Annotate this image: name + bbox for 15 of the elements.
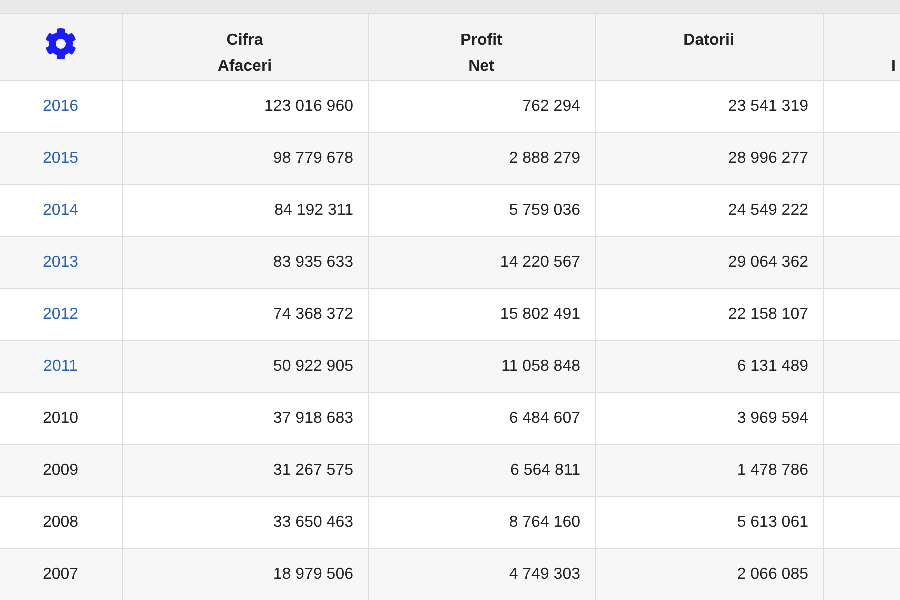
column-header: I	[823, 14, 900, 80]
year-text: 2009	[42, 462, 79, 478]
year-link[interactable]: 2016	[42, 98, 79, 114]
year-text: 2010	[42, 410, 79, 426]
year-link[interactable]: 2011	[44, 358, 78, 374]
column-header: Profit Net	[368, 14, 595, 80]
year-link[interactable]: 2012	[42, 306, 79, 322]
column-header: Datorii	[595, 14, 823, 80]
year-link[interactable]: 2014	[42, 202, 79, 218]
column-header: Cifra Afaceri	[122, 14, 368, 80]
year-link[interactable]: 2013	[42, 254, 79, 270]
year-text: 2007	[42, 566, 79, 582]
settings-icon[interactable]	[44, 28, 77, 60]
year-link[interactable]: 2015	[42, 150, 79, 166]
year-text: 2008	[42, 514, 79, 530]
